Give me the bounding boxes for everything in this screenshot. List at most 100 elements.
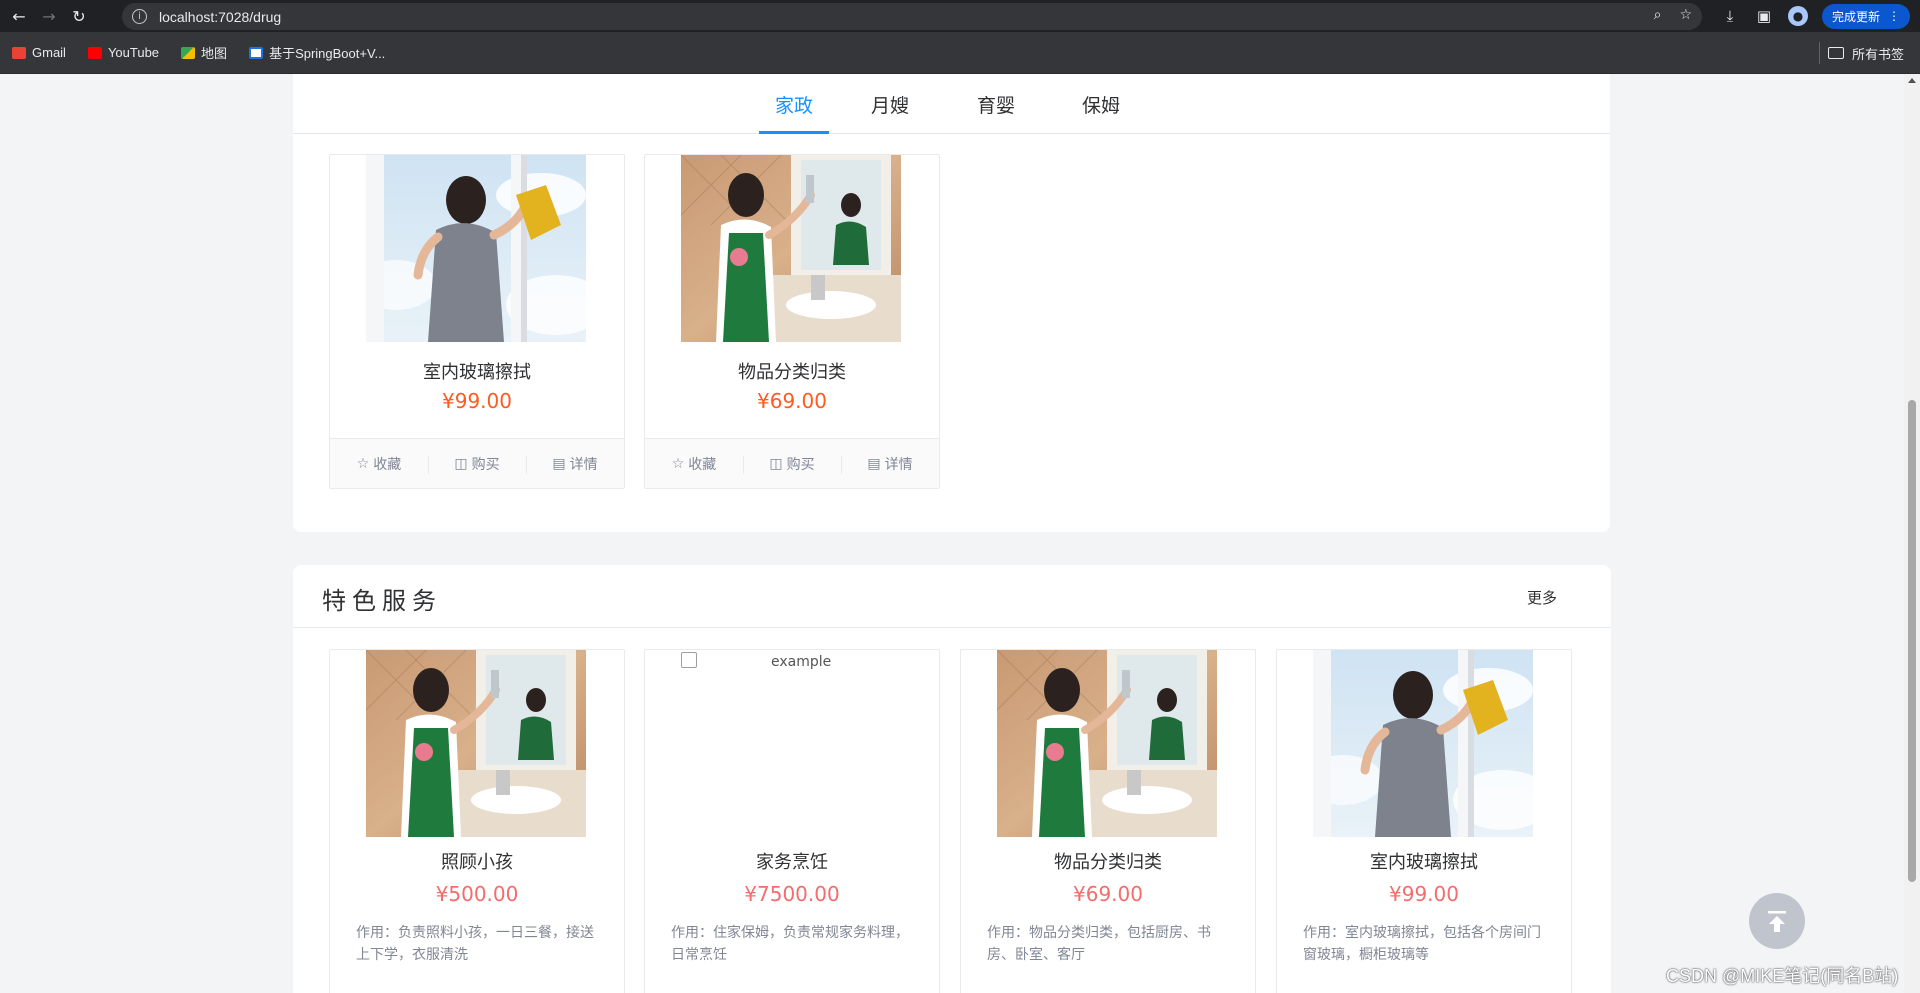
side-panel-icon[interactable]: ▣ xyxy=(1754,7,1774,25)
service-card[interactable]: 室内玻璃擦拭 ¥99.00 ☆ 收藏 ◫ 购买 ▤ 详情 xyxy=(329,154,625,489)
more-link[interactable]: 更多 xyxy=(1527,587,1557,608)
service-card[interactable]: 物品分类归类 ¥69.00 ☆ 收藏 ◫ 购买 ▤ 详情 xyxy=(644,154,940,489)
favorite-label: 收藏 xyxy=(373,456,402,473)
download-icon[interactable]: ⤓ xyxy=(1720,7,1740,25)
details-label: 详情 xyxy=(569,456,598,473)
all-bookmarks-button[interactable]: 所有书签 xyxy=(1827,32,1904,74)
bookmark-springboot[interactable]: 基于SpringBoot+V... xyxy=(249,43,385,62)
service-title[interactable]: 物品分类归类 xyxy=(961,848,1255,874)
url-text[interactable]: localhost:7028/drug xyxy=(159,9,281,25)
bookmark-star-icon[interactable]: ☆ xyxy=(1679,7,1692,23)
details-button[interactable]: ▤ 详情 xyxy=(841,454,939,474)
bookmark-label: Gmail xyxy=(32,45,66,60)
bookmark-youtube[interactable]: YouTube xyxy=(87,45,160,60)
tab-label: 保姆 xyxy=(1081,94,1120,117)
featured-card[interactable]: 照顾小孩 ¥500.00 作用：负责照料小孩，一日三餐，接送上下学，衣服清洗 xyxy=(329,649,625,993)
broken-image-icon xyxy=(681,652,697,668)
zoom-icon[interactable]: ⌕ xyxy=(1654,7,1662,23)
service-image[interactable] xyxy=(366,650,586,837)
featured-card[interactable]: 物品分类归类 ¥69.00 作用：物品分类归类，包括厨房、书房、卧室、客厅 xyxy=(960,649,1256,993)
tab-jiazheng[interactable]: 家政 xyxy=(759,74,829,134)
featured-card[interactable]: 室内玻璃擦拭 ¥99.00 作用：室内玻璃擦拭，包括各个房间门窗玻璃，橱柜玻璃等 xyxy=(1276,649,1572,993)
bathroom-cleaning-photo xyxy=(366,650,586,837)
update-label: 完成更新 xyxy=(1831,9,1880,24)
service-image[interactable] xyxy=(681,155,901,342)
bag-icon: ◫ xyxy=(454,455,468,472)
service-image[interactable] xyxy=(366,155,586,342)
all-bookmarks-label: 所有书签 xyxy=(1851,47,1904,63)
broken-image[interactable]: example xyxy=(681,650,901,837)
service-title[interactable]: 室内玻璃擦拭 xyxy=(1277,848,1571,874)
image-alt-text: example xyxy=(771,654,832,670)
service-image[interactable] xyxy=(997,650,1217,837)
service-title[interactable]: 室内玻璃擦拭 xyxy=(330,358,624,384)
bookmark-label: 基于SpringBoot+V... xyxy=(269,46,386,61)
service-title[interactable]: 家务烹饪 xyxy=(645,848,939,874)
service-description: 作用：住家保姆，负责常规家务料理，日常烹饪 xyxy=(671,925,909,963)
star-icon: ☆ xyxy=(356,455,370,472)
bag-icon: ◫ xyxy=(769,455,783,472)
service-title[interactable]: 照顾小孩 xyxy=(330,848,624,874)
details-icon: ▤ xyxy=(867,455,881,472)
scrollbar-thumb[interactable] xyxy=(1908,400,1916,882)
details-label: 详情 xyxy=(884,456,913,473)
maps-icon xyxy=(181,46,196,59)
tab-active-indicator xyxy=(759,131,829,134)
service-price: ¥69.00 xyxy=(1073,882,1143,906)
favorite-button[interactable]: ☆ 收藏 xyxy=(645,454,743,474)
bookmark-label: YouTube xyxy=(107,45,160,60)
favorite-button[interactable]: ☆ 收藏 xyxy=(330,454,428,474)
buy-label: 购买 xyxy=(471,456,500,473)
featured-card[interactable]: example 家务烹饪 ¥7500.00 作用：住家保姆，负责常规家务料理，日… xyxy=(644,649,940,993)
bookmarks-divider xyxy=(1819,42,1820,64)
details-button[interactable]: ▤ 详情 xyxy=(526,454,624,474)
youtube-icon xyxy=(87,46,102,59)
bathroom-cleaning-photo xyxy=(681,155,901,342)
favorite-label: 收藏 xyxy=(688,456,717,473)
site-info-icon[interactable]: i xyxy=(132,9,147,24)
category-panel: 家政 月嫂 育婴 保姆 室内玻璃擦拭 ¥99.00 ☆收藏 ◫购买 ▤详情 xyxy=(293,74,1610,532)
page-scrollbar[interactable] xyxy=(1904,74,1920,993)
back-to-top-button[interactable] xyxy=(1749,893,1805,949)
service-title[interactable]: 物品分类归类 xyxy=(645,358,939,384)
card-actions: ☆ 收藏 ◫ 购买 ▤ 详情 xyxy=(645,438,939,488)
service-image[interactable] xyxy=(1313,650,1533,837)
section-divider xyxy=(293,627,1611,628)
section-title: 特色服务 xyxy=(322,587,442,615)
tab-baomu[interactable]: 保姆 xyxy=(1066,74,1136,134)
tab-yuesao[interactable]: 月嫂 xyxy=(855,74,925,134)
update-button[interactable]: 完成更新 ⋮ xyxy=(1821,3,1910,29)
gmail-icon xyxy=(12,46,26,59)
service-price: ¥69.00 xyxy=(757,389,827,413)
forward-icon[interactable]: → xyxy=(38,5,60,27)
address-bar[interactable]: i localhost:7028/drug ⌕ ☆ xyxy=(122,3,1702,30)
folder-icon xyxy=(1827,47,1844,59)
scroll-up-icon[interactable] xyxy=(1908,78,1916,83)
reload-icon[interactable]: ↻ xyxy=(68,5,90,27)
buy-button[interactable]: ◫ 购买 xyxy=(428,454,526,474)
service-price: ¥500.00 xyxy=(435,882,519,906)
bookmark-gmail[interactable]: Gmail xyxy=(12,45,66,60)
tab-label: 家政 xyxy=(774,94,813,117)
browser-toolbar: ← → ↻ i localhost:7028/drug ⌕ ☆ ⤓ ▣ ● 完成… xyxy=(0,0,1920,32)
bookmark-maps[interactable]: 地图 xyxy=(181,43,227,62)
tab-yuying[interactable]: 育婴 xyxy=(961,74,1031,134)
tab-label: 育婴 xyxy=(976,94,1015,117)
page-content: 家政 月嫂 育婴 保姆 室内玻璃擦拭 ¥99.00 ☆收藏 ◫购买 ▤详情 xyxy=(0,74,1904,993)
service-price: ¥99.00 xyxy=(442,389,512,413)
buy-button[interactable]: ◫ 购买 xyxy=(743,454,841,474)
back-icon[interactable]: ← xyxy=(8,5,30,27)
star-icon: ☆ xyxy=(671,455,685,472)
arrow-up-to-line-icon xyxy=(1768,911,1786,932)
bilibili-icon xyxy=(249,46,264,59)
details-icon: ▤ xyxy=(552,455,566,472)
watermark: CSDN @MIKE笔记(同名B站) xyxy=(1666,966,1899,986)
service-description: 作用：负责照料小孩，一日三餐，接送上下学，衣服清洗 xyxy=(356,925,594,963)
more-menu-icon: ⋮ xyxy=(1888,9,1900,23)
buy-label: 购买 xyxy=(786,456,815,473)
service-price: ¥99.00 xyxy=(1389,882,1459,906)
bookmark-label: 地图 xyxy=(201,46,228,61)
profile-avatar[interactable]: ● xyxy=(1787,6,1808,26)
window-cleaning-photo xyxy=(1313,650,1533,837)
service-description: 作用：室内玻璃擦拭，包括各个房间门窗玻璃，橱柜玻璃等 xyxy=(1303,925,1541,963)
